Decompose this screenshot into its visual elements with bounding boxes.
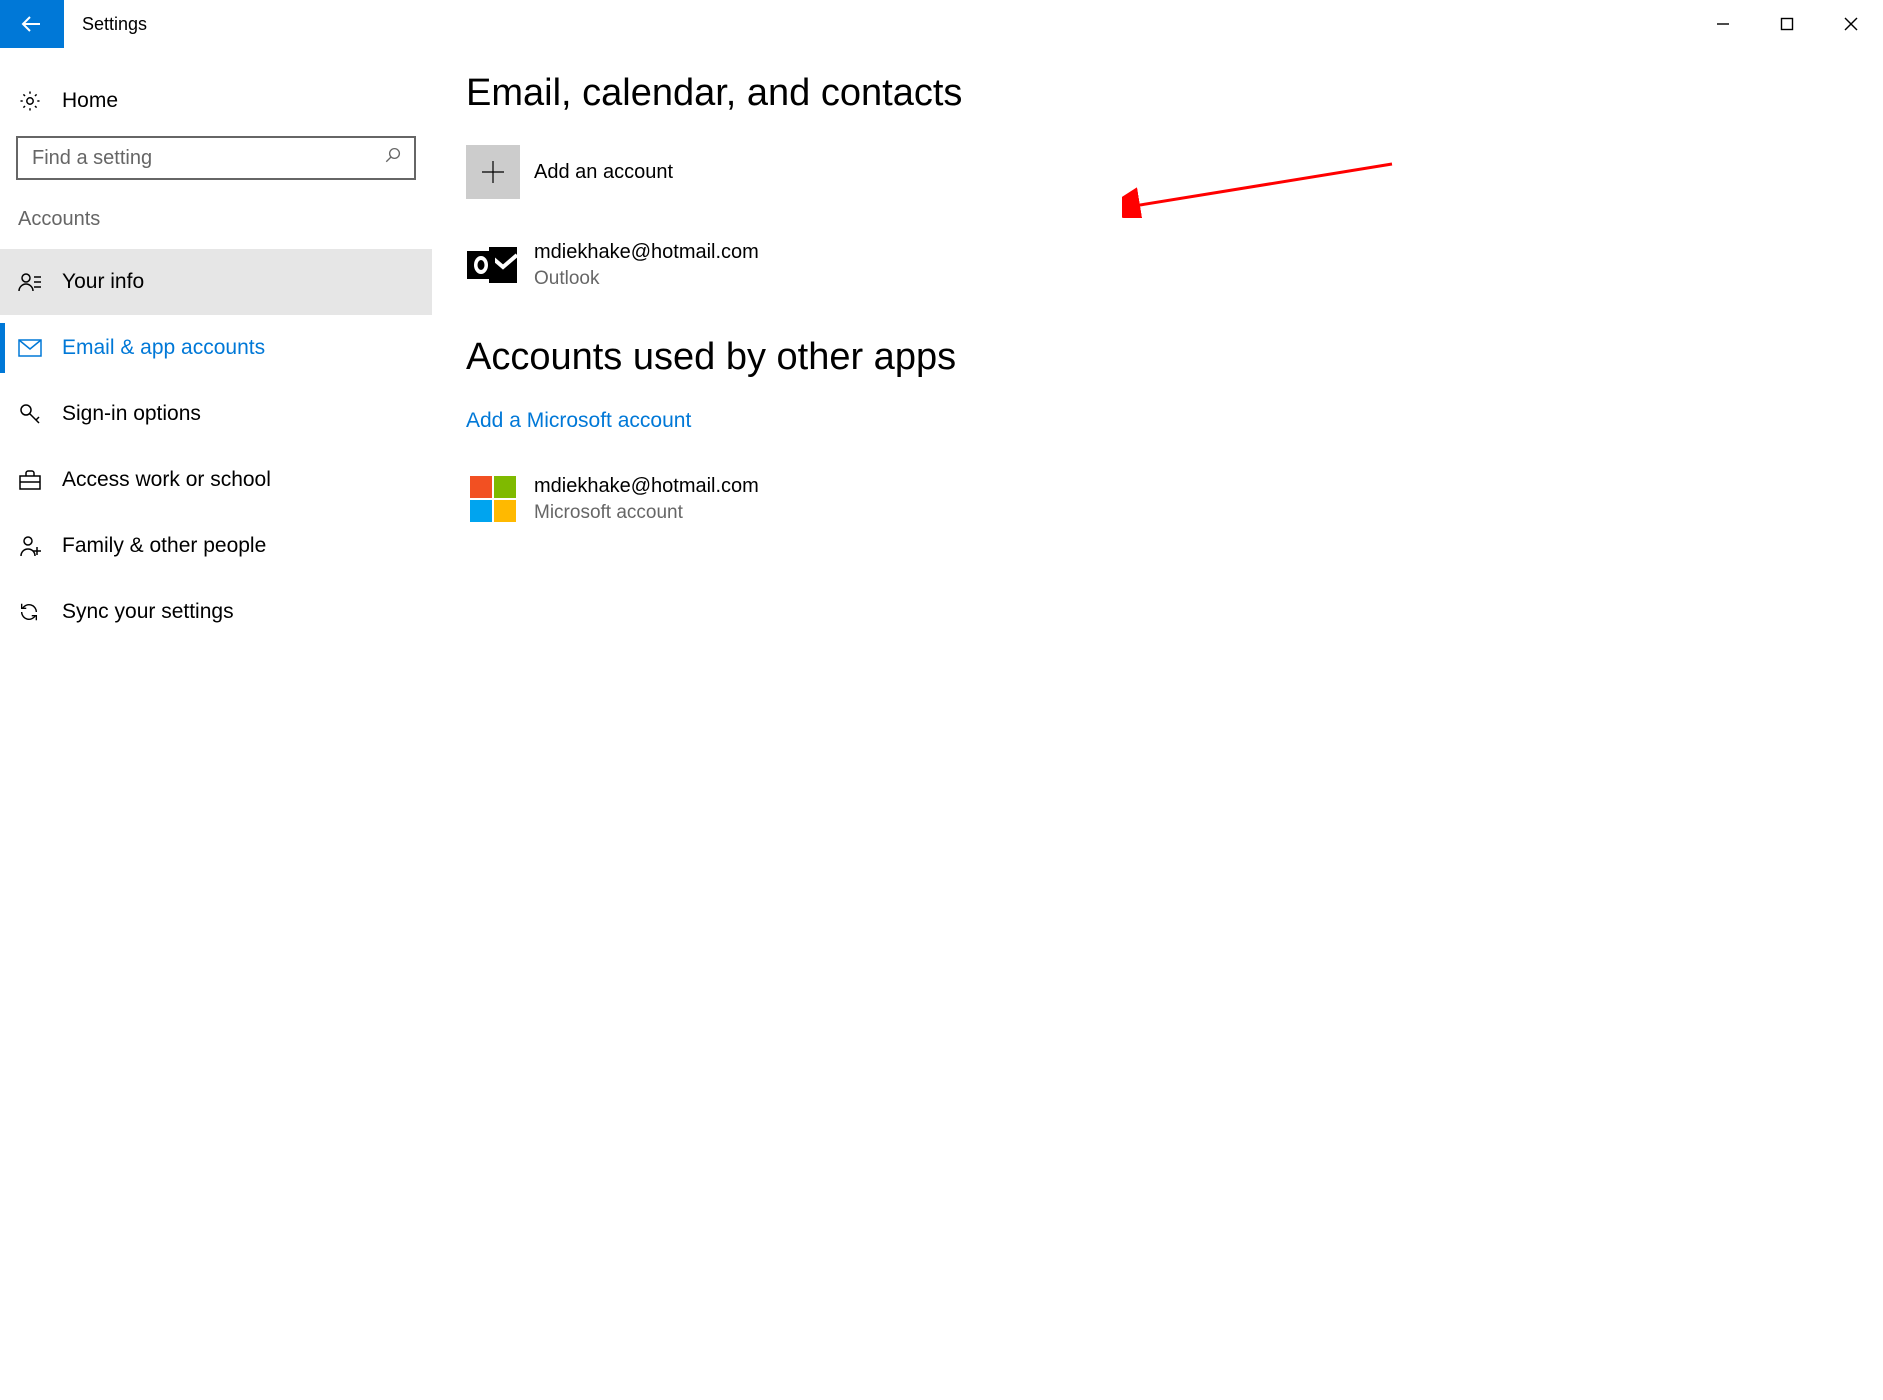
gear-icon	[18, 89, 62, 113]
sidebar-item-label: Access work or school	[62, 468, 271, 492]
sidebar-item-family-people[interactable]: Family & other people	[0, 513, 432, 579]
email-account-row[interactable]: mdiekhake@hotmail.com Outlook	[466, 239, 1883, 292]
sidebar-item-label: Family & other people	[62, 534, 266, 558]
sidebar-item-sync-settings[interactable]: Sync your settings	[0, 579, 432, 645]
account-provider: Microsoft account	[534, 500, 759, 526]
content-pane: Email, calendar, and contacts Add an acc…	[432, 48, 1883, 1400]
minimize-button[interactable]	[1691, 0, 1755, 48]
search-field[interactable]	[30, 146, 384, 171]
close-button[interactable]	[1819, 0, 1883, 48]
section-other-apps-title: Accounts used by other apps	[466, 336, 1883, 379]
sidebar: Home Accounts Your in	[0, 48, 432, 1400]
account-email: mdiekhake@hotmail.com	[534, 473, 759, 500]
person-icon	[18, 272, 62, 292]
window-controls	[1691, 0, 1883, 48]
account-provider: Outlook	[534, 266, 759, 292]
briefcase-icon	[18, 470, 62, 490]
titlebar-spacer[interactable]	[147, 0, 1691, 48]
sidebar-item-your-info[interactable]: Your info	[0, 249, 432, 315]
add-account-button[interactable]: Add an account	[466, 145, 1883, 199]
ms-logo-tile	[470, 476, 492, 498]
window-title: Settings	[64, 0, 147, 48]
microsoft-account-row[interactable]: mdiekhake@hotmail.com Microsoft account	[466, 473, 1883, 526]
search-input[interactable]	[16, 136, 416, 180]
sidebar-item-label: Your info	[62, 270, 144, 294]
sidebar-item-sign-in-options[interactable]: Sign-in options	[0, 381, 432, 447]
sidebar-home[interactable]: Home	[0, 76, 432, 126]
sidebar-item-label: Sync your settings	[62, 600, 234, 624]
sidebar-item-label: Email & app accounts	[62, 336, 265, 360]
key-icon	[18, 402, 62, 426]
maximize-button[interactable]	[1755, 0, 1819, 48]
plus-icon	[466, 145, 520, 199]
sidebar-item-email-app-accounts[interactable]: Email & app accounts	[0, 315, 432, 381]
sidebar-section-title: Accounts	[0, 208, 432, 231]
section-email-title: Email, calendar, and contacts	[466, 72, 1883, 115]
mail-icon	[18, 339, 62, 357]
add-account-label: Add an account	[534, 159, 673, 186]
family-icon	[18, 535, 62, 557]
add-microsoft-account-link[interactable]: Add a Microsoft account	[466, 409, 691, 433]
ms-logo-tile	[494, 476, 516, 498]
ms-logo-tile	[470, 500, 492, 522]
ms-logo-tile	[494, 500, 516, 522]
microsoft-logo-icon	[466, 475, 520, 523]
sidebar-home-label: Home	[62, 89, 118, 113]
sidebar-item-access-work-school[interactable]: Access work or school	[0, 447, 432, 513]
back-button[interactable]	[0, 0, 64, 48]
outlook-icon	[466, 241, 520, 289]
sidebar-item-label: Sign-in options	[62, 402, 201, 426]
search-icon	[384, 146, 402, 170]
account-email: mdiekhake@hotmail.com	[534, 239, 759, 266]
sync-icon	[18, 601, 62, 623]
titlebar: Settings	[0, 0, 1883, 48]
